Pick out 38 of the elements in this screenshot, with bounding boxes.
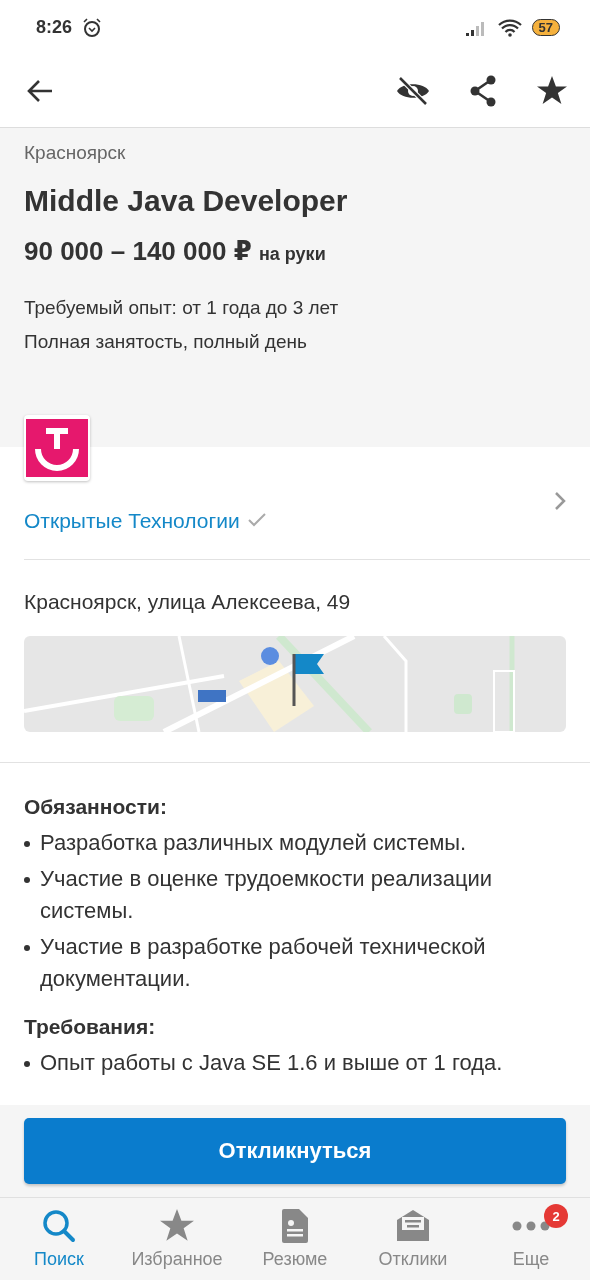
bullet-icon xyxy=(24,841,30,847)
apply-button[interactable]: Откликнуться xyxy=(24,1118,566,1184)
chevron-icon[interactable] xyxy=(554,491,566,511)
back-button[interactable] xyxy=(26,79,54,103)
experience-text: Требуемый опыт: от 1 года до 3 лет xyxy=(24,297,340,319)
battery-indicator: 57 xyxy=(531,19,560,36)
nav-tab[interactable]: Резюме xyxy=(236,1198,354,1280)
list-item: Разработка различных модулей системы. xyxy=(40,829,467,857)
search-icon xyxy=(42,1208,76,1243)
nav-tab[interactable]: Еще 2 xyxy=(472,1198,590,1280)
alarm-icon xyxy=(82,17,103,38)
envelope-icon xyxy=(396,1208,430,1243)
company-link[interactable]: Открытые Технологии xyxy=(24,509,240,533)
notification-badge: 2 xyxy=(544,1204,568,1228)
star-icon xyxy=(159,1208,195,1243)
wifi-icon xyxy=(497,18,522,37)
section-title: Обязанности: xyxy=(24,795,168,819)
employment-text: Полная занятость, полный день xyxy=(24,331,308,353)
nav-tab[interactable]: Поиск xyxy=(0,1198,118,1280)
nav-tab[interactable]: Избранное xyxy=(118,1198,236,1280)
bullet-icon xyxy=(24,877,30,883)
job-title: Middle Java Developer xyxy=(24,184,349,218)
city-label: Красноярск xyxy=(24,142,127,164)
bullet-icon xyxy=(24,1061,30,1067)
list-item: Участие в оценке трудоемкости реализации системы. xyxy=(40,865,494,925)
list-item: Опыт работы с Java SE 1.6 и выше от 1 года. xyxy=(40,1049,503,1077)
share-button[interactable] xyxy=(468,75,498,107)
favorite-button[interactable] xyxy=(536,76,568,106)
section-title: Требования: xyxy=(24,1015,157,1039)
nav-tab[interactable]: Отклики xyxy=(354,1198,472,1280)
salary: 90 000 – 140 000 ₽ на руки xyxy=(24,236,327,267)
document-icon xyxy=(282,1208,308,1243)
address: Красноярск, улица Алексеева, 49 xyxy=(23,589,352,615)
hide-button[interactable] xyxy=(396,77,430,105)
list-item: Участие в разработке рабочей технической документации. xyxy=(40,933,487,993)
more-icon xyxy=(512,1220,550,1231)
status-time: 8:26 xyxy=(36,17,73,38)
bullet-icon xyxy=(24,945,30,951)
